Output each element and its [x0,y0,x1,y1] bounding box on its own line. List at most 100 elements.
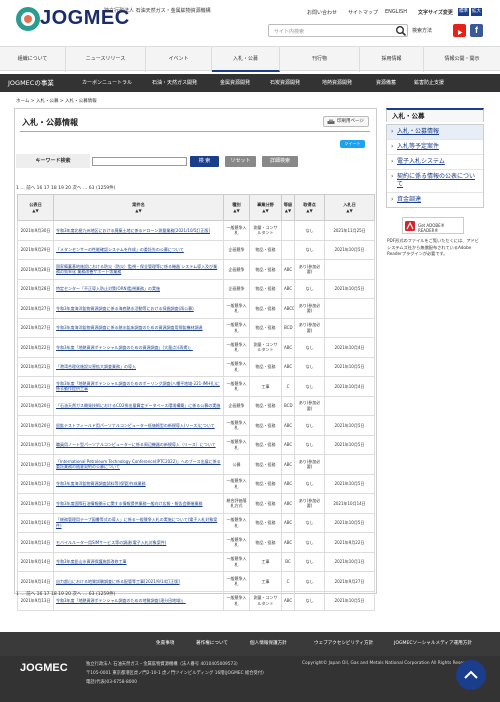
cell-field: 工事 [249,571,282,592]
cell-field: 物品・役務 [249,493,282,514]
table-row: 2021年9月20日 「石油天然ガス開発技術におけるCO2排出量算定データベース環… [17,395,375,416]
footer-link-copyright[interactable]: 著作権について [196,640,228,646]
col-grade[interactable]: 等級 ▲▼ [281,194,295,221]
col-bid-date[interactable]: 入札日 ▲▼ [324,194,375,221]
adobe-reader-badge[interactable]: Get ADOBE® READER® [402,217,464,234]
english-link[interactable]: ENGLISH [385,9,407,15]
procurement-link[interactable]: 令和3年度「地熱資源ポテンシャル調査のためのボーリング調査(八幡平地域-221-… [56,381,220,392]
keyword-input[interactable] [92,157,187,166]
procurement-link[interactable]: 令和3年度海洋鉱物資源調査試料等(保管)作成業務 [56,481,146,486]
biz-mine-pollution[interactable]: 鉱害防止支援 [414,74,444,92]
procurement-link[interactable]: 「石油天然ガス開発技術におけるCO2排出量算定データベース環境構築」に係る公募の… [56,403,220,408]
procurement-link[interactable]: モバイルルーター用SIMサービス等の調達(電子入札対象案件) [56,540,166,545]
biz-stockpiling[interactable]: 資源備蓄 [376,74,396,92]
cell-bid-date [324,454,375,475]
gnav-news[interactable]: ニュースリリース [66,47,146,72]
footer-link-accessibility[interactable]: ウェブアクセシビリティ方針 [314,640,373,646]
cell-grade: ABCD [281,298,295,319]
table-row: 2021年9月17日 「International Petroleum Techn… [17,454,375,475]
footer-logo[interactable]: JOGMEC [20,662,68,674]
procurement-link[interactable]: 自力超山における地質試験調査に係る配管等工事[2021/9/14訂正版] [56,579,180,584]
procurement-link[interactable]: 「International Petroleum Technology Conf… [56,459,221,470]
page-top-button[interactable] [456,660,486,690]
font-standard-button[interactable]: 標準 [458,8,469,16]
search-icon[interactable] [395,25,407,36]
cell-score: なし [294,551,325,572]
cell-field: 物品・役務 [249,434,282,455]
cell-title: 令和3年度海洋鉱物資源調査に係る熱水鉱床調査のための資源調査用探鉱機材調達 [53,317,224,338]
print-button[interactable]: 印刷用ページ [323,116,369,127]
sidebar-item-procurement-info[interactable]: 入札・公募情報 [387,125,483,140]
col-field[interactable]: 事業分野 ▲▼ [249,194,282,221]
cell-type: 一般競争入札 [223,512,250,533]
procurement-table: 公表日 ▲▼ 案件名 ▲▼ 種別 ▲▼ 事業分野 ▲▼ 等級 ▲▼ 取得点 ▲▼ 入札日 ▲▼… [17,194,375,611]
table-row: 2021年9月16日 「総務管理用テープ図書等式の導入」に係る一般競争入札の実施に… [17,512,375,533]
col-score[interactable]: 取得点 ▲▼ [294,194,325,221]
procurement-link[interactable]: 令和3年度「地熱資源ポテンシャル調査のための地質調査(滝分田地域)」 [56,598,186,603]
procurement-link[interactable]: 令和3年度「地熱資源ポテンシャル調査のための資源調査」(大量点)(再掲)」 [56,345,193,350]
biz-carbon-neutral[interactable]: カーボンニュートラル [82,74,132,92]
procurement-link[interactable]: 特定センター「不正導入防止対策(ORN)監視業務」の実施 [56,286,160,291]
procurement-link[interactable]: 令和3年度海洋鉱物資源調査に係る熱水鉱床調査のための資源調査用探鉱機材調達 [56,325,203,330]
cell-title: 令和3年度鉛山水資源保護施設改修工事 [53,551,224,572]
cell-grade [281,220,295,241]
procurement-link[interactable]: 「港湾合理化施設災害拡大調査業務」の導入 [56,364,136,369]
search-help-link[interactable]: 検索方法 [412,27,432,34]
search-input[interactable]: サイト内検索 [268,24,408,37]
cell-score: なし [294,571,325,592]
procurement-link[interactable]: 「メタンセンサーの性能確認システムを作成」の委託先の公募について [56,247,184,252]
cell-date: 2021年9月14日 [17,532,54,553]
col-type[interactable]: 種別 ▲▼ [223,194,250,221]
procurement-link[interactable]: 職員用ノート型パーソナルコンピューターに係る周辺機器の新規導入（リース）について [56,442,216,447]
col-title[interactable]: 案件名 ▲▼ [53,194,224,221]
cell-field: 物品・役務 [249,454,282,475]
procurement-link[interactable]: 「総務管理用テープ図書等式の導入」に係る一般競争入札の実施について(電子入札対象… [56,517,217,528]
sidebar-item-contract-info[interactable]: 契約に係る情報の公表について [387,170,483,193]
detail-search-button[interactable]: 詳細検索 [262,156,298,167]
sidebar-item-funding[interactable]: 資金調達 [387,193,483,207]
biz-oil-gas[interactable]: 石油・天然ガス開発 [152,74,197,92]
tweet-button[interactable]: ツイート [340,140,365,148]
biz-coal[interactable]: 石炭資源開発 [270,74,300,92]
pagination-top[interactable]: 1 … 前へ 16 17 18 19 20 次へ … 63 (1259件) [16,185,115,191]
breadcrumb[interactable]: ホーム > 入札・公募 > 入札・公募情報 [16,98,97,104]
pagination-bottom[interactable]: 1 … 前へ 16 17 18 19 20 次へ … 63 (1259件) [16,591,115,597]
table-row: 2021年9月27日 令和3年度海洋鉱物資源調査に係る熱水鉱床調査のための資源調査… [17,317,375,338]
cell-date: 2021年9月27日 [17,298,54,319]
gnav-organization[interactable]: 組織について [0,47,66,72]
cell-date: 2021年9月14日 [17,571,54,592]
cell-score: なし [294,376,325,397]
cell-title: 「メタンセンサーの性能確認システムを作成」の委託先の公募について [53,239,224,260]
sitemap-link[interactable]: サイトマップ [348,9,378,16]
procurement-link[interactable]: 国家備蓄基地施設における防災（防災）監視・保全管理等に係る機器 システム導入及び… [56,264,217,275]
keyword-search-button[interactable]: 検 索 [190,156,219,167]
col-date[interactable]: 公表日 ▲▼ [17,194,54,221]
procurement-link[interactable]: 令和3年度北極九州地区における廃棄土地に係るドローン測量業務[2021/10/5… [56,228,210,233]
sidebar-item-planned[interactable]: 入札等予定案件 [387,140,483,155]
gnav-events[interactable]: イベント [146,47,212,72]
gnav-careers[interactable]: 採用情報 [360,47,424,72]
gnav-publications[interactable]: 刊行物 [280,47,360,72]
gnav-disclosure[interactable]: 情報公開・開示 [424,47,500,72]
contact-link[interactable]: お問い合わせ [307,9,337,16]
cell-score: なし [294,512,325,533]
sidebar-item-e-bidding[interactable]: 電子入札システム [387,155,483,170]
gnav-procurement[interactable]: 入札・公募 [212,47,280,72]
cell-field: 工事 [249,376,282,397]
jogmec-logo-icon[interactable] [14,5,42,33]
youtube-icon[interactable] [453,24,466,37]
font-large-button[interactable]: 拡大 [471,8,482,16]
procurement-link[interactable]: 令和3年度国際石油情報開示に関する情報提供業務一般向け広報・報告会開催業務 [56,501,203,506]
procurement-link[interactable]: 令和3年度海洋鉱物資源調査に係る海底熱水活動等における採掘調査(再公募) [56,306,194,311]
procurement-link[interactable]: 令和3年度鉛山水資源保護施設改修工事 [56,559,127,564]
footer-link-social[interactable]: JOGMECソーシャルメディア運用方針 [394,640,472,646]
biz-geothermal[interactable]: 地熱資源開発 [322,74,352,92]
facebook-icon[interactable]: f [470,24,483,37]
footer-link-disclaimer[interactable]: 免責事項 [156,640,174,646]
cell-type: 企画競争 [223,395,250,416]
footer-link-privacy[interactable]: 個人情報保護方針 [250,640,287,646]
reset-button[interactable]: リセット [225,156,256,167]
cell-field: 測量・コンサルタント [249,590,282,611]
procurement-link[interactable]: 鉛鉱テストフィールド用パーソナルコンピューター低価格型の新規導入(リース)につい… [56,423,215,428]
biz-metals[interactable]: 金属資源開発 [220,74,250,92]
